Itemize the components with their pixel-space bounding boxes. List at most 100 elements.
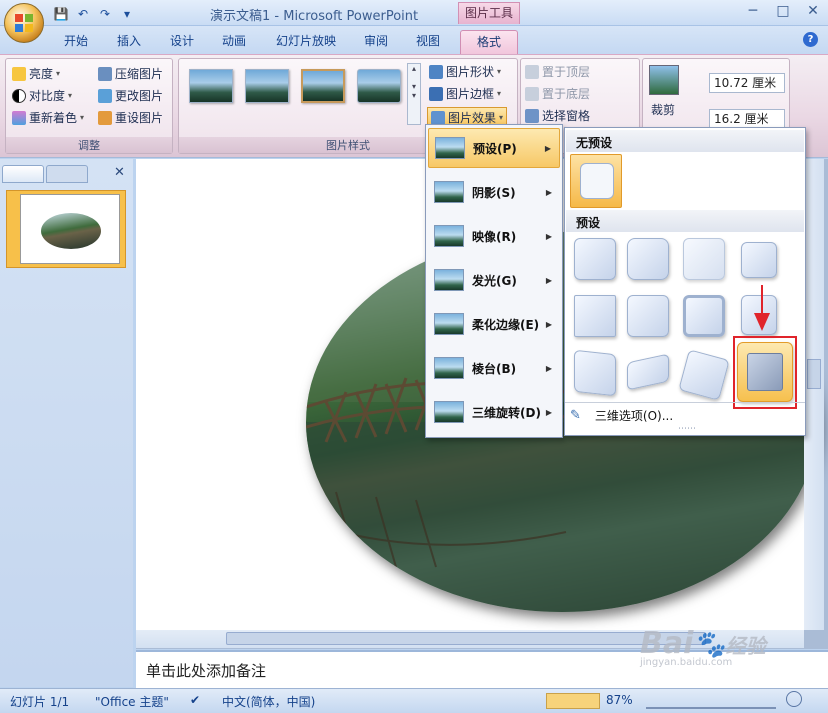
zoom-slider[interactable]: [646, 691, 776, 709]
tab-outline[interactable]: [46, 165, 88, 183]
glow-icon: [434, 269, 464, 291]
effects-icon: [431, 110, 445, 125]
no-preset-option[interactable]: [570, 154, 622, 208]
crop-button[interactable]: 裁剪: [651, 101, 675, 118]
theme-name: "Office 主题": [95, 695, 169, 709]
preset-option[interactable]: [627, 238, 669, 280]
reflection-icon: [434, 225, 464, 247]
menu-item-glow[interactable]: 发光(G) ▶: [428, 260, 560, 300]
style-thumbnail[interactable]: [189, 69, 233, 103]
reset-picture-icon: [98, 110, 112, 125]
preset-option[interactable]: [574, 349, 616, 397]
menu-item-shadow[interactable]: 阴影(S) ▶: [428, 172, 560, 212]
watermark-brand: Bai: [640, 626, 694, 661]
picture-tools-context-tab: 图片工具: [458, 2, 520, 24]
office-button[interactable]: [4, 3, 44, 43]
width-field[interactable]: 16.2 厘米: [709, 109, 785, 129]
vertical-scrollbar[interactable]: [804, 159, 824, 630]
brightness-button[interactable]: 亮度 ▾: [12, 65, 60, 82]
menu-item-preset[interactable]: 预设(P) ▶: [428, 128, 560, 168]
3d-rotation-icon: [434, 401, 464, 423]
sun-icon: [12, 66, 26, 81]
bevel-icon: [434, 357, 464, 379]
preset-header: 预设: [566, 210, 804, 232]
preset-option[interactable]: [627, 353, 669, 391]
group-adjust: 亮度 ▾ 对比度 ▾ 重新着色 ▾ 压缩图片 更改图片 重设图片 调整: [5, 58, 173, 154]
gallery-scroll[interactable]: ▴ ▾ ▾: [407, 63, 421, 125]
tab-slides[interactable]: [2, 165, 44, 183]
send-back-icon: [525, 86, 539, 101]
maximize-button[interactable]: □: [768, 0, 798, 22]
recolor-button[interactable]: 重新着色 ▾: [12, 109, 84, 126]
preset-option[interactable]: [683, 295, 725, 337]
style-thumbnail[interactable]: [301, 69, 345, 103]
watermark-url: jingyan.baidu.com: [640, 657, 733, 668]
preset-option[interactable]: [574, 295, 616, 337]
tab-review[interactable]: 审阅: [364, 32, 388, 49]
tab-animation[interactable]: 动画: [222, 32, 246, 49]
bring-front-icon: [525, 64, 539, 79]
no-preset-header: 无预设: [566, 130, 804, 152]
pen-icon: [429, 86, 443, 101]
highlight-box: [733, 336, 797, 409]
save-icon[interactable]: 💾: [52, 6, 70, 22]
tab-insert[interactable]: 插入: [117, 32, 141, 49]
redo-icon[interactable]: ↷: [96, 6, 114, 22]
style-thumbnail[interactable]: [245, 69, 289, 103]
undo-icon[interactable]: ↶: [74, 6, 92, 22]
contrast-icon: [12, 88, 26, 103]
close-button[interactable]: ✕: [798, 0, 828, 22]
minimize-button[interactable]: ─: [738, 0, 768, 22]
menu-item-bevel[interactable]: 棱台(B) ▶: [428, 348, 560, 388]
selection-pane-button[interactable]: 选择窗格: [525, 107, 590, 124]
tab-design[interactable]: 设计: [170, 32, 194, 49]
change-picture-button[interactable]: 更改图片: [98, 87, 163, 104]
status-bar: 幻灯片 1/1 "Office 主题" ✔ 中文(简体，中国) 87%: [0, 688, 828, 713]
tab-format[interactable]: 格式: [460, 30, 518, 54]
crop-icon[interactable]: [649, 65, 679, 95]
help-icon[interactable]: ?: [803, 32, 818, 47]
spellcheck-icon[interactable]: ✔: [190, 693, 200, 707]
recolor-icon: [12, 110, 26, 125]
preset-option[interactable]: [741, 242, 777, 278]
tab-slideshow[interactable]: 幻灯片放映: [276, 32, 336, 49]
style-thumbnail[interactable]: [357, 69, 401, 103]
fit-window-icon[interactable]: [786, 691, 802, 707]
menu-item-reflection[interactable]: 映像(R) ▶: [428, 216, 560, 256]
shape-icon: [429, 64, 443, 79]
office-logo-icon: [15, 14, 33, 32]
preset-option[interactable]: [678, 349, 730, 401]
preset-icon: [435, 137, 465, 159]
hscroll-thumb[interactable]: [226, 632, 706, 645]
reset-picture-button[interactable]: 重设图片: [98, 109, 163, 126]
picture-border-button[interactable]: 图片边框 ▾: [429, 85, 501, 102]
send-to-back-button[interactable]: 置于底层: [525, 85, 590, 102]
selection-pane-icon: [525, 108, 539, 123]
preset-option[interactable]: [627, 295, 669, 337]
preset-option[interactable]: [683, 238, 725, 280]
menu-item-soft-edges[interactable]: 柔化边缘(E) ▶: [428, 304, 560, 344]
view-buttons[interactable]: [546, 693, 600, 709]
soft-edges-icon: [434, 313, 464, 335]
resize-grip-icon[interactable]: ⋯⋯: [672, 425, 702, 434]
preset-option[interactable]: [574, 238, 616, 280]
quick-access-toolbar: 💾 ↶ ↷ ▾: [52, 5, 136, 23]
bring-to-front-button[interactable]: 置于顶层: [525, 63, 590, 80]
red-arrow-icon: [754, 285, 770, 331]
scroll-thumb[interactable]: [807, 359, 821, 389]
ribbon-tab-bar: 开始 插入 设计 动画 幻灯片放映 审阅 视图 格式: [0, 26, 828, 54]
picture-shape-button[interactable]: 图片形状 ▾: [429, 63, 501, 80]
compress-button[interactable]: 压缩图片: [98, 65, 163, 82]
picture-effects-menu: 预设(P) ▶ 阴影(S) ▶ 映像(R) ▶ 发光(G) ▶ 柔化边缘(E) ▶ 棱台(…: [425, 124, 563, 438]
pane-tabs: ✕: [2, 163, 130, 185]
zoom-level[interactable]: 87%: [606, 693, 633, 707]
height-field[interactable]: 10.72 厘米: [709, 73, 785, 93]
customize-qat-icon[interactable]: ▾: [118, 6, 136, 22]
window-title: 演示文稿1 - Microsoft PowerPoint: [210, 9, 419, 24]
tab-view[interactable]: 视图: [416, 32, 440, 49]
tab-home[interactable]: 开始: [64, 32, 88, 49]
watermark-brand-2: 经验: [725, 634, 766, 658]
contrast-button[interactable]: 对比度 ▾: [12, 87, 72, 104]
menu-item-3d-rotation[interactable]: 三维旋转(D) ▶: [428, 392, 560, 432]
close-pane-icon[interactable]: ✕: [114, 165, 125, 180]
